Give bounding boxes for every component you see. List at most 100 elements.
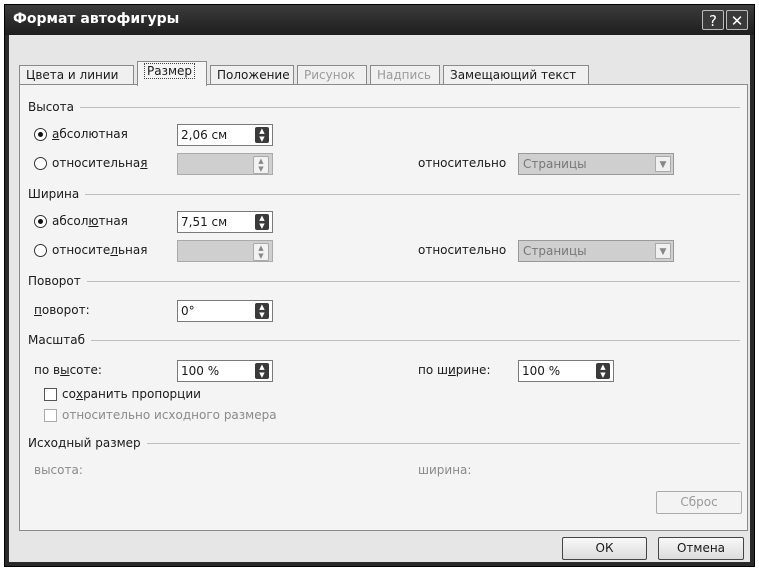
- height-group: Высота: [28, 100, 740, 114]
- reset-button: Сброс: [656, 491, 742, 514]
- cancel-button[interactable]: Отмена: [658, 537, 744, 560]
- spin-arrows-icon: ▲ ▼: [253, 243, 269, 261]
- height-relative-to-select: Страницы ▼: [518, 153, 674, 175]
- width-absolute-label[interactable]: абсолютная: [52, 214, 128, 228]
- height-relative-label[interactable]: относительная: [52, 156, 147, 170]
- scale-height-label: по высоте:: [34, 363, 102, 377]
- tab-position[interactable]: Положение: [210, 65, 294, 85]
- label-accelerator: л: [110, 243, 118, 257]
- tab-label: Надпись: [377, 68, 431, 82]
- relative-original-label: относительно исходного размера: [62, 408, 277, 422]
- group-label: Исходный размер: [28, 436, 147, 450]
- title-bar[interactable]: Формат автофигуры ? ✕: [5, 5, 754, 35]
- spin-arrows-icon[interactable]: ▲ ▼: [255, 303, 269, 319]
- label-accelerator: ю: [88, 214, 99, 228]
- label-part: бсолютная: [59, 127, 128, 141]
- dialog-client: Цвета и линии Размер Положение Рисунок Н…: [9, 35, 750, 562]
- tab-alt-text[interactable]: Замещающий текст: [443, 65, 589, 85]
- scale-group: Масштаб: [28, 333, 740, 347]
- input-value: 0°: [181, 304, 195, 318]
- input-value: 7,51 см: [181, 215, 228, 229]
- scale-width-label: по ширине:: [418, 363, 490, 377]
- tab-label: Рисунок: [304, 68, 356, 82]
- label-part: по в: [34, 363, 61, 377]
- group-divider: [28, 194, 740, 195]
- height-absolute-input[interactable]: 2,06 см ▲ ▼: [177, 124, 273, 146]
- label-part: со: [62, 387, 76, 401]
- original-width-label: ширина:: [418, 463, 472, 477]
- select-value: Страницы: [523, 157, 587, 171]
- height-absolute-radio[interactable]: [34, 128, 47, 141]
- label-part: относите: [52, 243, 111, 257]
- width-relative-input: ▲ ▼: [177, 240, 273, 262]
- select-value: Страницы: [523, 244, 587, 258]
- group-label: Высота: [28, 100, 80, 114]
- size-panel: Высота абсолютная 2,06 см ▲ ▼ относительна…: [19, 84, 748, 531]
- height-relative-to-label: относительно: [418, 156, 507, 170]
- rotation-group: Поворот: [28, 274, 740, 288]
- spin-arrows-icon: ▲ ▼: [253, 156, 269, 174]
- width-relative-to-label: относительно: [418, 243, 507, 257]
- rotation-label: поворот:: [34, 303, 90, 317]
- ok-button[interactable]: ОК: [562, 537, 647, 560]
- width-absolute-radio[interactable]: [34, 215, 47, 228]
- tab-size[interactable]: Размер: [137, 61, 207, 86]
- width-relative-radio[interactable]: [34, 244, 47, 257]
- label-accelerator: п: [34, 303, 42, 317]
- original-height-label: высота:: [34, 463, 83, 477]
- label-accelerator: я: [140, 156, 148, 170]
- spin-arrows-icon[interactable]: ▲ ▼: [255, 214, 269, 230]
- input-value: 2,06 см: [181, 128, 228, 142]
- group-divider: [28, 340, 740, 341]
- group-divider: [28, 107, 740, 108]
- rotation-input[interactable]: 0° ▲ ▼: [177, 300, 273, 322]
- spin-arrows-icon[interactable]: ▲ ▼: [255, 127, 269, 143]
- width-relative-label[interactable]: относительная: [52, 243, 147, 257]
- height-relative-radio[interactable]: [34, 157, 47, 170]
- lock-aspect-label[interactable]: сохранить пропорции: [62, 387, 201, 401]
- label-part: рине:: [455, 363, 491, 377]
- tab-label: Положение: [217, 68, 290, 82]
- tab-label: Цвета и линии: [26, 68, 119, 82]
- label-part: ранить пропорции: [83, 387, 201, 401]
- label-part: относительна: [52, 156, 141, 170]
- spin-arrows-icon[interactable]: ▲ ▼: [596, 363, 610, 379]
- label-part: ьная: [117, 243, 148, 257]
- scale-width-input[interactable]: 100 % ▲ ▼: [518, 360, 614, 382]
- height-absolute-label[interactable]: абсолютная: [52, 127, 128, 141]
- scale-height-input[interactable]: 100 % ▲ ▼: [177, 360, 273, 382]
- help-button[interactable]: ?: [702, 10, 724, 30]
- group-label: Масштаб: [28, 333, 92, 347]
- spin-arrows-icon[interactable]: ▲ ▼: [255, 363, 269, 379]
- label-part: соте:: [69, 363, 102, 377]
- tab-label: Размер: [144, 63, 196, 79]
- group-label: Ширина: [28, 187, 86, 201]
- width-absolute-input[interactable]: 7,51 см ▲ ▼: [177, 211, 273, 233]
- dialog-window: Формат автофигуры ? ✕ Цвета и линии Разм…: [4, 4, 755, 567]
- label-accelerator: ы: [60, 363, 70, 377]
- width-group: Ширина: [28, 187, 740, 201]
- label-part: тная: [98, 214, 128, 228]
- height-relative-input: ▲ ▼: [177, 153, 273, 175]
- label-accelerator: и: [447, 363, 456, 377]
- label-part: по ш: [418, 363, 448, 377]
- group-divider: [28, 281, 740, 282]
- relative-original-checkbox: [44, 409, 57, 422]
- close-icon[interactable]: ✕: [726, 10, 748, 30]
- original-size-group: Исходный размер: [28, 436, 740, 450]
- label-part: оворот:: [41, 303, 90, 317]
- label-accelerator: х: [75, 387, 84, 401]
- input-value: 100 %: [181, 364, 220, 378]
- tab-colors-lines[interactable]: Цвета и линии: [19, 65, 134, 85]
- input-value: 100 %: [522, 364, 561, 378]
- dialog-title: Формат автофигуры: [13, 11, 180, 27]
- chevron-down-icon: ▼: [655, 243, 671, 259]
- lock-aspect-checkbox[interactable]: [44, 388, 57, 401]
- tab-textbox: Надпись: [370, 65, 440, 85]
- label-part: абсол: [52, 214, 89, 228]
- width-relative-to-select: Страницы ▼: [518, 240, 674, 262]
- tab-picture: Рисунок: [297, 65, 367, 85]
- chevron-down-icon: ▼: [655, 156, 671, 172]
- tab-label: Замещающий текст: [450, 68, 577, 82]
- group-label: Поворот: [28, 274, 87, 288]
